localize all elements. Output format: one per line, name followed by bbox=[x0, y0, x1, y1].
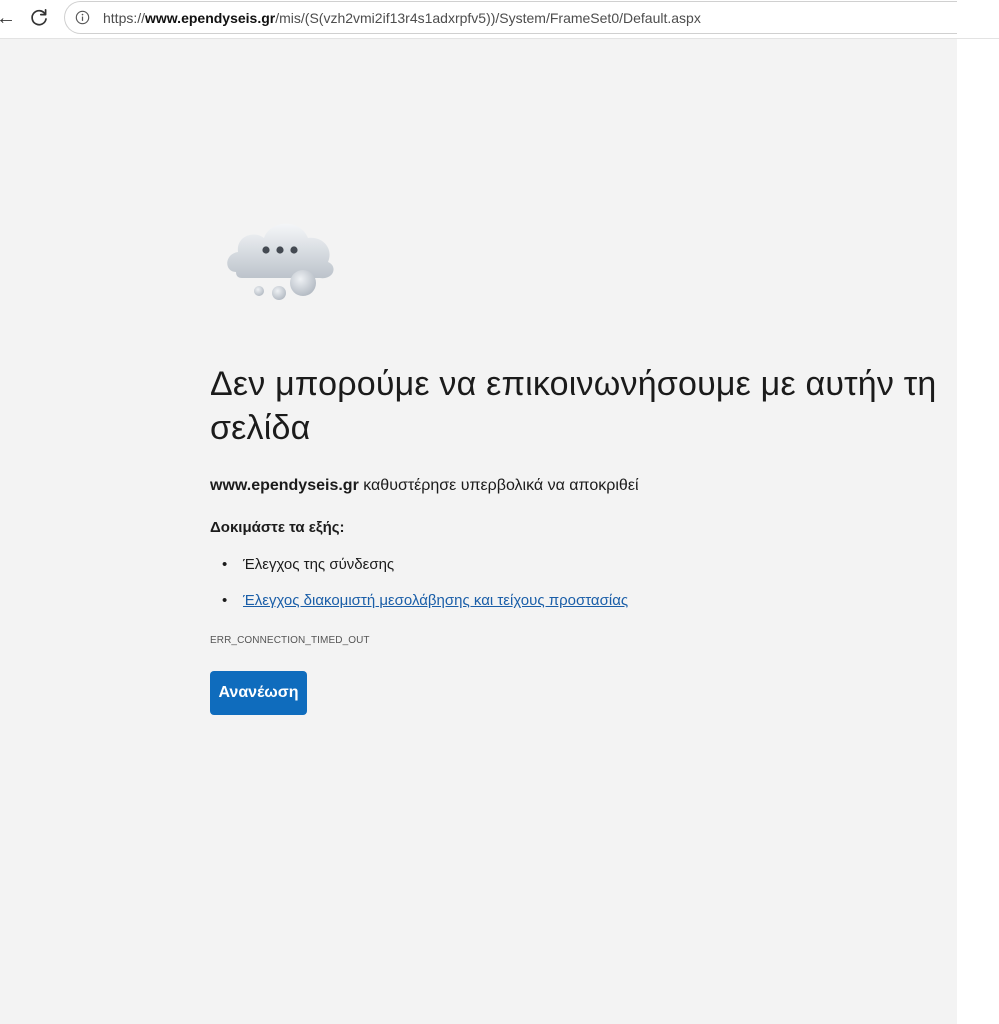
reload-icon[interactable] bbox=[27, 6, 51, 30]
url-domain: www.ependyseis.gr bbox=[145, 10, 276, 26]
url-text: https://www.ependyseis.gr/mis/(S(vzh2vmi… bbox=[103, 10, 701, 27]
error-description: www.ependyseis.gr καθυστέρησε υπερβολικά… bbox=[210, 476, 910, 496]
address-bar[interactable]: https://www.ependyseis.gr/mis/(S(vzh2vmi… bbox=[64, 1, 957, 34]
proxy-firewall-link[interactable]: Έλεγχος διακομιστή μεσολάβησης και τείχο… bbox=[243, 592, 628, 609]
error-host: www.ependyseis.gr bbox=[210, 477, 359, 494]
suggestion-check-proxy-firewall: • Έλεγχος διακομιστή μεσολάβησης και τεί… bbox=[222, 590, 628, 626]
refresh-button[interactable]: Ανανέωση bbox=[210, 671, 307, 715]
back-arrow-icon[interactable]: ← bbox=[0, 7, 16, 29]
bullet: • bbox=[222, 556, 228, 573]
cloud-icon bbox=[227, 223, 334, 300]
suggestion-check-connection: • Έλεγχος της σύνδεσης bbox=[222, 554, 628, 590]
error-code: ERR_CONNECTION_TIMED_OUT bbox=[210, 635, 370, 646]
browser-toolbar: ← https://www.ependyseis.gr/mis/(S(vzh2v… bbox=[0, 0, 999, 39]
bullet: • bbox=[222, 592, 228, 609]
url-prefix: https:// bbox=[103, 10, 146, 26]
error-description-text: καθυστέρησε υπερβολικά να αποκριθεί bbox=[358, 477, 639, 494]
info-icon[interactable] bbox=[75, 10, 90, 25]
url-path: /mis/(S(vzh2vmi2if13r4s1adxrpfv5))/Syste… bbox=[275, 10, 701, 26]
try-heading: Δοκιμάστε τα εξής: bbox=[210, 519, 345, 536]
page-viewport bbox=[0, 39, 957, 1024]
suggestion-label: Έλεγχος της σύνδεσης bbox=[243, 556, 395, 573]
scrollbar-gutter bbox=[957, 39, 999, 1024]
error-headline: Δεν μπορούμε να επικοινωνήσουμε με αυτήν… bbox=[210, 365, 937, 447]
suggestions-list: • Έλεγχος της σύνδεσης • Έλεγχος διακομι… bbox=[222, 554, 628, 626]
